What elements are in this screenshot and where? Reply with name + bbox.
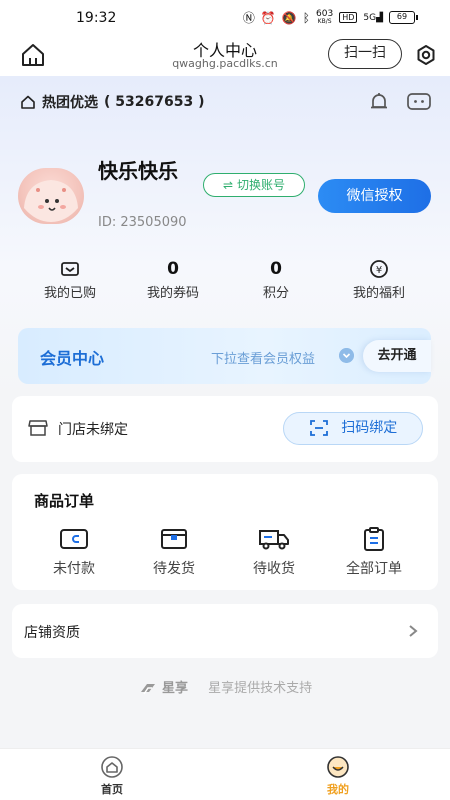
network-speed: 603 KB/S <box>316 8 334 26</box>
signal-icon: 5G▟ <box>363 12 383 23</box>
stat-welfare-label: 我的福利 <box>352 286 405 301</box>
tab-mine-label: 我的 <box>327 783 349 796</box>
home-tab-icon <box>101 756 123 778</box>
tab-home-label: 首页 <box>101 783 123 796</box>
switch-account-label: 切换账号 <box>236 178 285 192</box>
scan-bind-label: 扫码绑定 <box>341 420 398 436</box>
order-all-label: 全部订单 <box>346 561 402 577</box>
bluetooth-icon: ᛒ <box>302 10 310 25</box>
chevron-right-icon <box>409 625 418 637</box>
tab-home[interactable]: 首页 <box>72 755 152 797</box>
scan-icon <box>309 420 328 436</box>
stat-coupons-value: 0 <box>167 259 179 279</box>
store-status: 门店未绑定 <box>58 422 128 438</box>
group-id: ( 53267653 ) <box>104 94 205 110</box>
order-to-ship[interactable]: 待发货 <box>129 526 219 578</box>
stat-coupons[interactable]: 0 我的券码 <box>123 258 223 301</box>
clipboard-icon <box>364 527 384 551</box>
order-to-receive[interactable]: 待收货 <box>229 526 319 578</box>
wechat-auth-button[interactable]: 微信授权 <box>318 179 431 213</box>
member-center-title: 会员中心 <box>40 349 105 368</box>
tab-mine[interactable]: 我的 <box>298 755 378 797</box>
bell-icon[interactable] <box>368 91 390 113</box>
scan-bind-button[interactable]: 扫码绑定 <box>283 412 423 445</box>
member-center-card[interactable]: 会员中心 下拉查看会员权益 去开通 <box>18 328 431 384</box>
stat-points[interactable]: 0 积分 <box>226 258 326 301</box>
stat-purchased-label: 我的已购 <box>43 286 96 301</box>
network-speed-unit: KB/S <box>317 17 332 25</box>
order-all[interactable]: 全部订单 <box>329 526 419 578</box>
order-to-receive-label: 待收货 <box>253 561 295 577</box>
truck-icon <box>259 530 289 550</box>
nav-bar: 个人中心 qwaghg.pacdlks.cn 扫一扫 <box>0 34 450 76</box>
open-membership-button[interactable]: 去开通 <box>363 340 431 372</box>
order-to-ship-label: 待发货 <box>153 561 195 577</box>
box-icon <box>161 529 187 549</box>
stat-welfare[interactable]: ¥ 我的福利 <box>329 258 429 301</box>
member-center-hint: 下拉查看会员权益 <box>211 352 316 367</box>
stat-purchased[interactable]: 我的已购 <box>20 258 120 301</box>
group-selector[interactable]: 热团优选 ( 53267653 ) <box>20 92 204 112</box>
status-icons: Ⓝ ⏰ 🔕 ᛒ 603 KB/S HD 5G▟ 69 <box>243 9 418 26</box>
avatar[interactable] <box>18 168 84 224</box>
status-bar: 19:32 Ⓝ ⏰ 🔕 ᛒ 603 KB/S HD 5G▟ 69 <box>0 0 450 34</box>
store-home-icon <box>21 95 35 109</box>
avatar-cartoon-icon <box>24 180 78 222</box>
battery-level: 69 <box>389 11 415 24</box>
order-unpaid-label: 未付款 <box>53 561 95 577</box>
nfc-icon: Ⓝ <box>242 11 255 25</box>
tech-support-footer: 星享 星享提供技术支持 <box>0 677 450 696</box>
order-unpaid[interactable]: 未付款 <box>29 526 119 578</box>
hd-icon: HD <box>339 12 358 23</box>
switch-icon: ⇌ <box>223 178 234 192</box>
stat-coupons-label: 我的券码 <box>146 286 199 301</box>
stat-points-label: 积分 <box>262 286 289 301</box>
network-speed-value: 603 <box>316 8 334 19</box>
store-qualification-label: 店铺资质 <box>24 625 80 641</box>
switch-account-button[interactable]: ⇌ 切换账号 <box>203 173 305 197</box>
store-qualification-row[interactable]: 店铺资质 <box>12 604 438 658</box>
profile-tab-icon <box>327 756 349 778</box>
storefront-icon <box>28 420 48 436</box>
alarm-icon: ⏰ <box>260 10 276 25</box>
scan-button[interactable]: 扫一扫 <box>328 39 402 69</box>
status-time: 19:32 <box>76 10 117 26</box>
settings-icon[interactable] <box>414 43 438 67</box>
brand-name: 星享 <box>161 681 188 696</box>
user-name: 快乐快乐 <box>98 159 178 183</box>
orders-title: 商品订单 <box>34 492 95 510</box>
chevron-down-icon[interactable] <box>339 348 354 363</box>
svg-text:¥: ¥ <box>376 265 382 276</box>
orders-panel: 商品订单 未付款 待发货 待收货 全部订单 <box>12 474 438 590</box>
message-icon[interactable] <box>406 91 432 113</box>
battery-icon: 69 <box>389 11 418 24</box>
wallet-card-icon <box>60 529 88 549</box>
stat-points-value: 0 <box>270 259 282 279</box>
mute-icon: 🔕 <box>281 10 297 25</box>
tech-support-text: 星享提供技术支持 <box>208 681 313 696</box>
store-binding-panel: 门店未绑定 扫码绑定 <box>12 396 438 462</box>
brand-logo-icon <box>140 683 155 694</box>
wallet-icon <box>61 262 79 276</box>
user-id: ID: 23505090 <box>98 215 187 230</box>
signal-label: 5G <box>363 12 377 23</box>
bottom-tab-bar: 首页 我的 <box>0 748 450 800</box>
group-name: 热团优选 <box>42 95 98 111</box>
yen-coin-icon: ¥ <box>370 260 388 278</box>
